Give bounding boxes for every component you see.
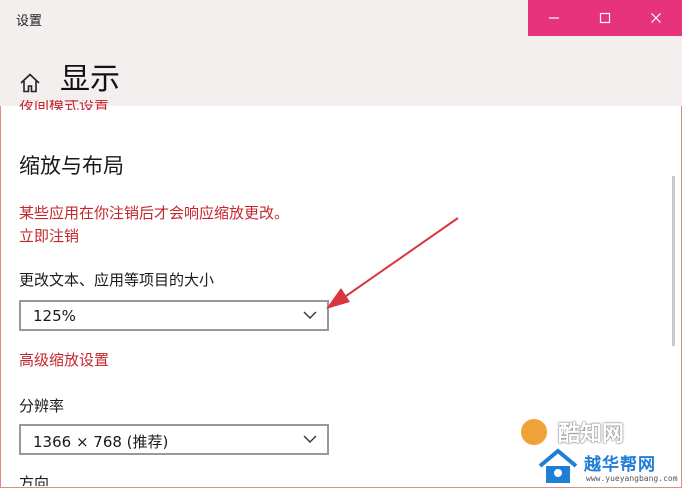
house-logo-icon	[538, 448, 578, 483]
watermark-yueyang: 越华帮网 www.yueyangbang.com	[528, 444, 682, 488]
watermark-url: www.yueyangbang.com	[586, 474, 678, 483]
watermark-brand-2: 越华帮网	[584, 455, 656, 475]
